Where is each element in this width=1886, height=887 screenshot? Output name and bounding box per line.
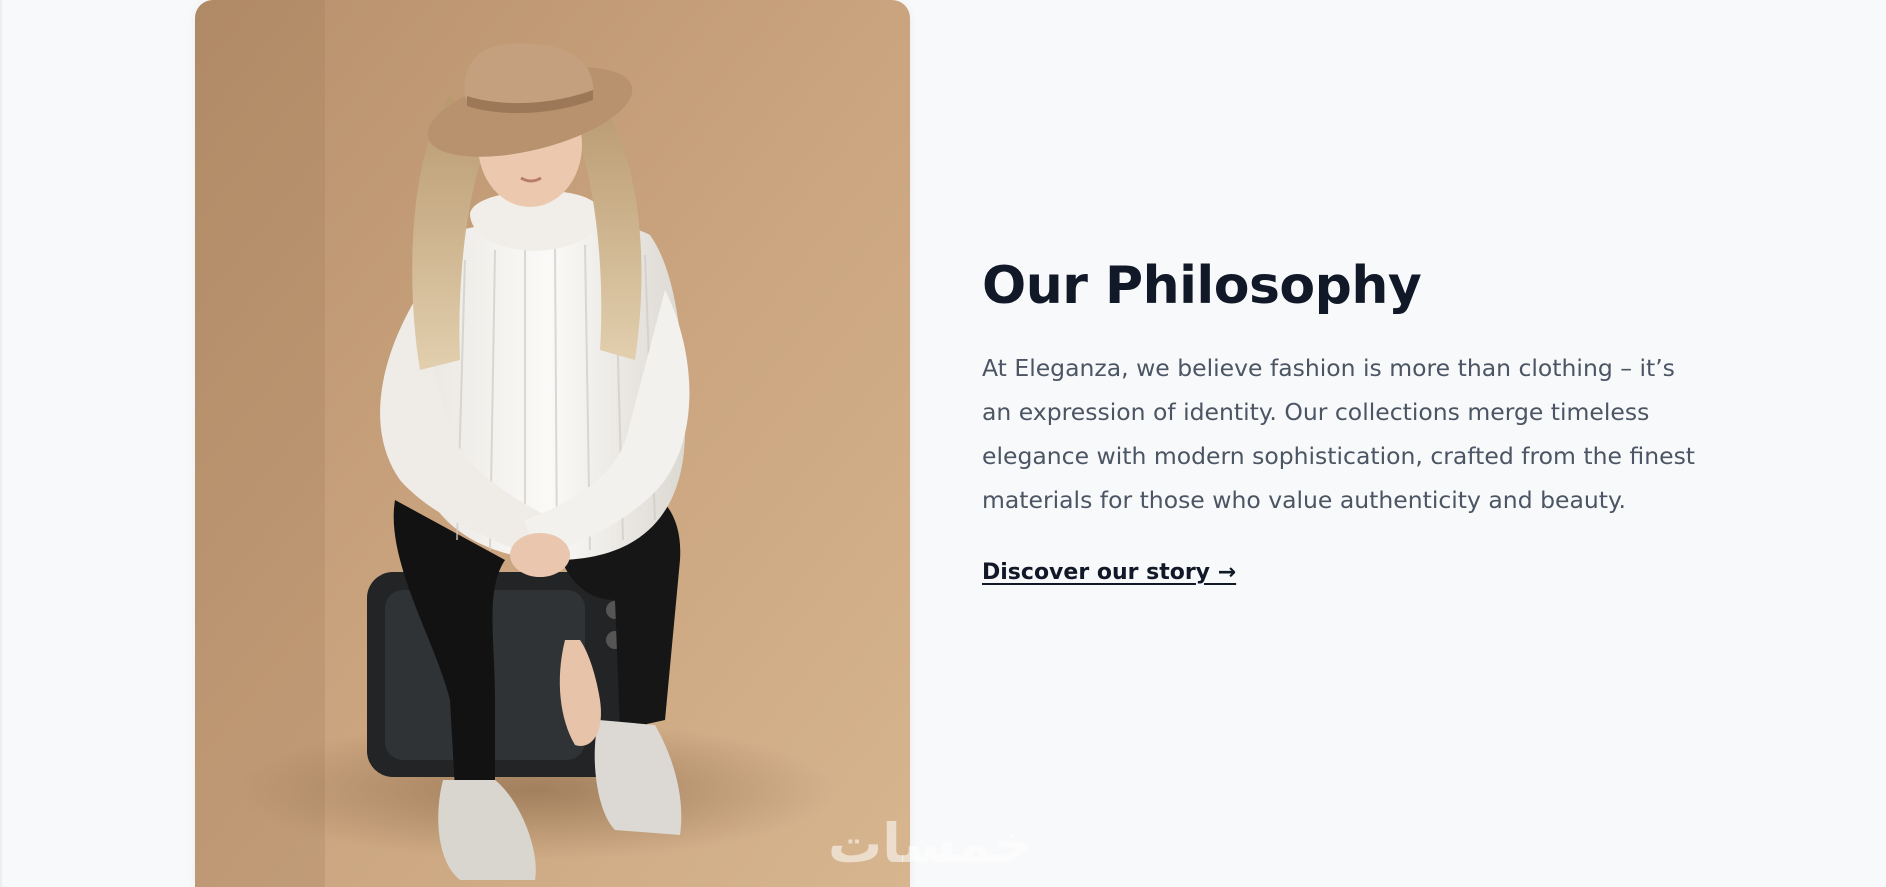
section-title: Our Philosophy [982, 256, 1422, 316]
philosophy-content: Our Philosophy At Eleganza, we believe f… [982, 250, 1702, 585]
philosophy-section: Our Philosophy At Eleganza, we believe f… [0, 0, 1886, 887]
model-photo-illustration [195, 0, 910, 887]
model-photo [195, 0, 910, 887]
watermark-logo: خمسات [828, 812, 1033, 875]
page-edge [0, 0, 2, 887]
philosophy-description: At Eleganza, we believe fashion is more … [982, 354, 1696, 514]
discover-story-link[interactable]: Discover our story → [982, 560, 1236, 585]
